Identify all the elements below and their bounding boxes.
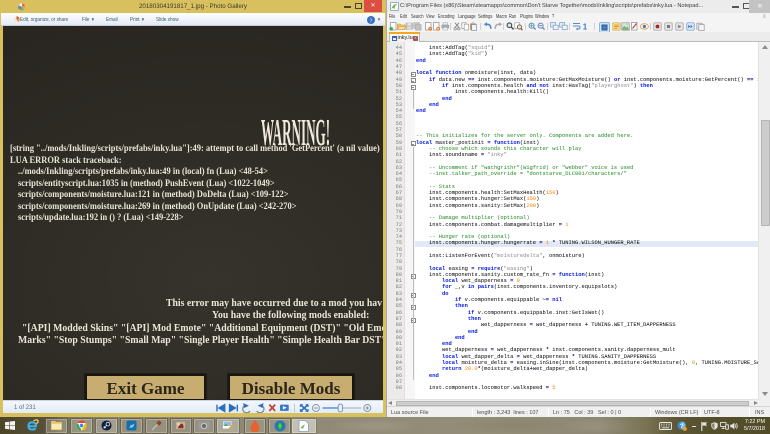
- svg-text:?: ?: [370, 18, 373, 24]
- svg-text:1: 1: [583, 22, 588, 31]
